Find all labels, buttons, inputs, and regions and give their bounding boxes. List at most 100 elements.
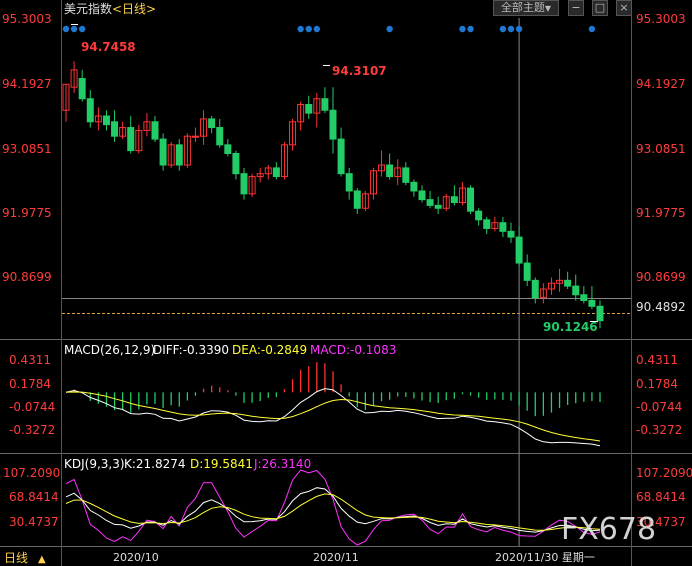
candle-down bbox=[410, 181, 418, 192]
kdj-k-value: K:21.8274 bbox=[124, 457, 186, 471]
candle-up bbox=[191, 135, 199, 138]
event-marker-dot bbox=[297, 25, 304, 33]
candle-down bbox=[434, 204, 442, 209]
close-icon: × bbox=[619, 1, 629, 14]
event-marker-dot bbox=[459, 25, 466, 33]
y-tick-right: 93.0851 bbox=[636, 142, 686, 156]
macd-macd-value: MACD:-0.1083 bbox=[310, 343, 396, 357]
candle-down bbox=[580, 294, 588, 302]
macd-dea-line bbox=[65, 391, 601, 442]
y-tick-left: 94.1927 bbox=[2, 77, 52, 91]
period-arrow-icon[interactable]: ▲ bbox=[38, 554, 46, 565]
event-marker-dot bbox=[313, 25, 321, 33]
event-marker-dot bbox=[507, 25, 515, 33]
theme-label: 全部主题 bbox=[500, 1, 545, 14]
y-tick-left: 95.3003 bbox=[2, 12, 52, 26]
candle-down bbox=[515, 236, 523, 264]
current-price-label: 90.4892 bbox=[636, 300, 686, 314]
candle-down bbox=[224, 144, 232, 154]
event-marker-dot bbox=[62, 25, 70, 33]
candle-down bbox=[402, 167, 410, 183]
chart-title: 美元指数 bbox=[64, 1, 112, 16]
y-tick-right: 94.1927 bbox=[636, 77, 686, 91]
minimize-button[interactable]: − bbox=[568, 0, 584, 16]
y-tick-left: 93.0851 bbox=[2, 142, 52, 156]
minus-icon: − bbox=[571, 1, 581, 14]
macd-dea-value: DEA:-0.2849 bbox=[232, 343, 307, 357]
candle-down bbox=[272, 167, 280, 178]
kdj-j-line bbox=[65, 469, 601, 546]
macd-y-tick: -0.0744 bbox=[636, 400, 682, 414]
candle-down bbox=[531, 279, 539, 299]
kdj-y-tick: 107.2090 bbox=[636, 466, 692, 480]
candle-down bbox=[353, 190, 361, 209]
theme-dropdown[interactable]: 全部主题▼ bbox=[493, 0, 559, 16]
macd-y-tick: -0.3272 bbox=[636, 423, 682, 437]
macd-y-tick: 0.1784 bbox=[636, 377, 678, 391]
kdj-y-tick: 68.8414 bbox=[636, 490, 686, 504]
kdj-y-tick: 68.8414 bbox=[9, 490, 59, 504]
candle-down bbox=[111, 121, 119, 137]
y-tick-right: 95.3003 bbox=[636, 12, 686, 26]
kdj-y-tick: 107.2090 bbox=[3, 466, 60, 480]
candlestick-series bbox=[62, 61, 604, 329]
macd-diff-line bbox=[65, 388, 601, 447]
candle-down bbox=[321, 98, 329, 111]
candle-down bbox=[216, 127, 224, 146]
kdj-y-tick: 30.4737 bbox=[9, 515, 59, 529]
stock-chart[interactable]: 美元指数 <日线> 95.3003 94.1927 93.0851 91.977… bbox=[0, 0, 692, 566]
kdj-series bbox=[65, 469, 601, 546]
candle-down bbox=[232, 152, 240, 175]
candle-down bbox=[329, 109, 337, 140]
close-button[interactable]: × bbox=[616, 0, 632, 16]
macd-y-tick: 0.4311 bbox=[9, 353, 51, 367]
candle-down bbox=[337, 138, 345, 175]
event-marker-dot bbox=[588, 25, 596, 33]
watermark-logo: FX678 bbox=[561, 512, 656, 547]
event-marker-dot bbox=[499, 25, 507, 33]
event-marker-dot bbox=[78, 25, 86, 33]
candle-down bbox=[345, 173, 353, 192]
candle-down bbox=[483, 219, 491, 229]
candle-down bbox=[572, 285, 580, 296]
candle-down bbox=[499, 222, 507, 232]
candle-down bbox=[151, 121, 159, 140]
mid-high-price-label: 94.3107 bbox=[332, 64, 387, 78]
candle-down bbox=[305, 103, 313, 114]
period-tag[interactable]: <日线> bbox=[112, 2, 156, 16]
candle-down bbox=[159, 138, 167, 166]
candle-down bbox=[467, 187, 475, 212]
high-price-label: 94.7458 bbox=[81, 40, 136, 54]
y-tick-right: 90.8699 bbox=[636, 270, 686, 284]
low-price-label: 90.1246 bbox=[543, 320, 598, 334]
macd-series bbox=[65, 362, 601, 447]
candle-down bbox=[596, 305, 604, 322]
x-date-label: 2020/10 bbox=[113, 551, 159, 564]
candle-down bbox=[450, 196, 458, 204]
event-marker-dot bbox=[515, 25, 523, 33]
event-marker-dot bbox=[70, 25, 78, 33]
kdj-j-value: J:26.3140 bbox=[253, 457, 311, 471]
kdj-label: KDJ(9,3,3) bbox=[64, 457, 125, 471]
candle-down bbox=[418, 190, 426, 201]
candle-down bbox=[564, 279, 572, 287]
macd-diff-value: DIFF:-0.3390 bbox=[153, 343, 229, 357]
candle-down bbox=[175, 144, 183, 166]
candle-down bbox=[240, 173, 248, 195]
candle-down bbox=[426, 199, 434, 206]
candle-down bbox=[127, 127, 135, 152]
cursor-date-label: 2020/11/30 星期一 bbox=[495, 551, 595, 564]
kdj-d-value: D:19.5841 bbox=[190, 457, 253, 471]
macd-label: MACD(26,12,9) bbox=[64, 343, 155, 357]
event-markers bbox=[62, 25, 596, 33]
macd-y-tick: -0.0744 bbox=[9, 400, 55, 414]
macd-y-tick: 0.1784 bbox=[9, 377, 51, 391]
candle-down bbox=[78, 78, 86, 100]
period-label[interactable]: 日线 bbox=[4, 551, 28, 565]
y-tick-left: 91.9775 bbox=[2, 206, 52, 220]
candle-down bbox=[102, 115, 110, 126]
maximize-button[interactable]: □ bbox=[592, 0, 608, 16]
y-tick-right: 91.9775 bbox=[636, 206, 686, 220]
event-marker-dot bbox=[386, 25, 393, 33]
macd-y-tick: -0.3272 bbox=[9, 423, 55, 437]
